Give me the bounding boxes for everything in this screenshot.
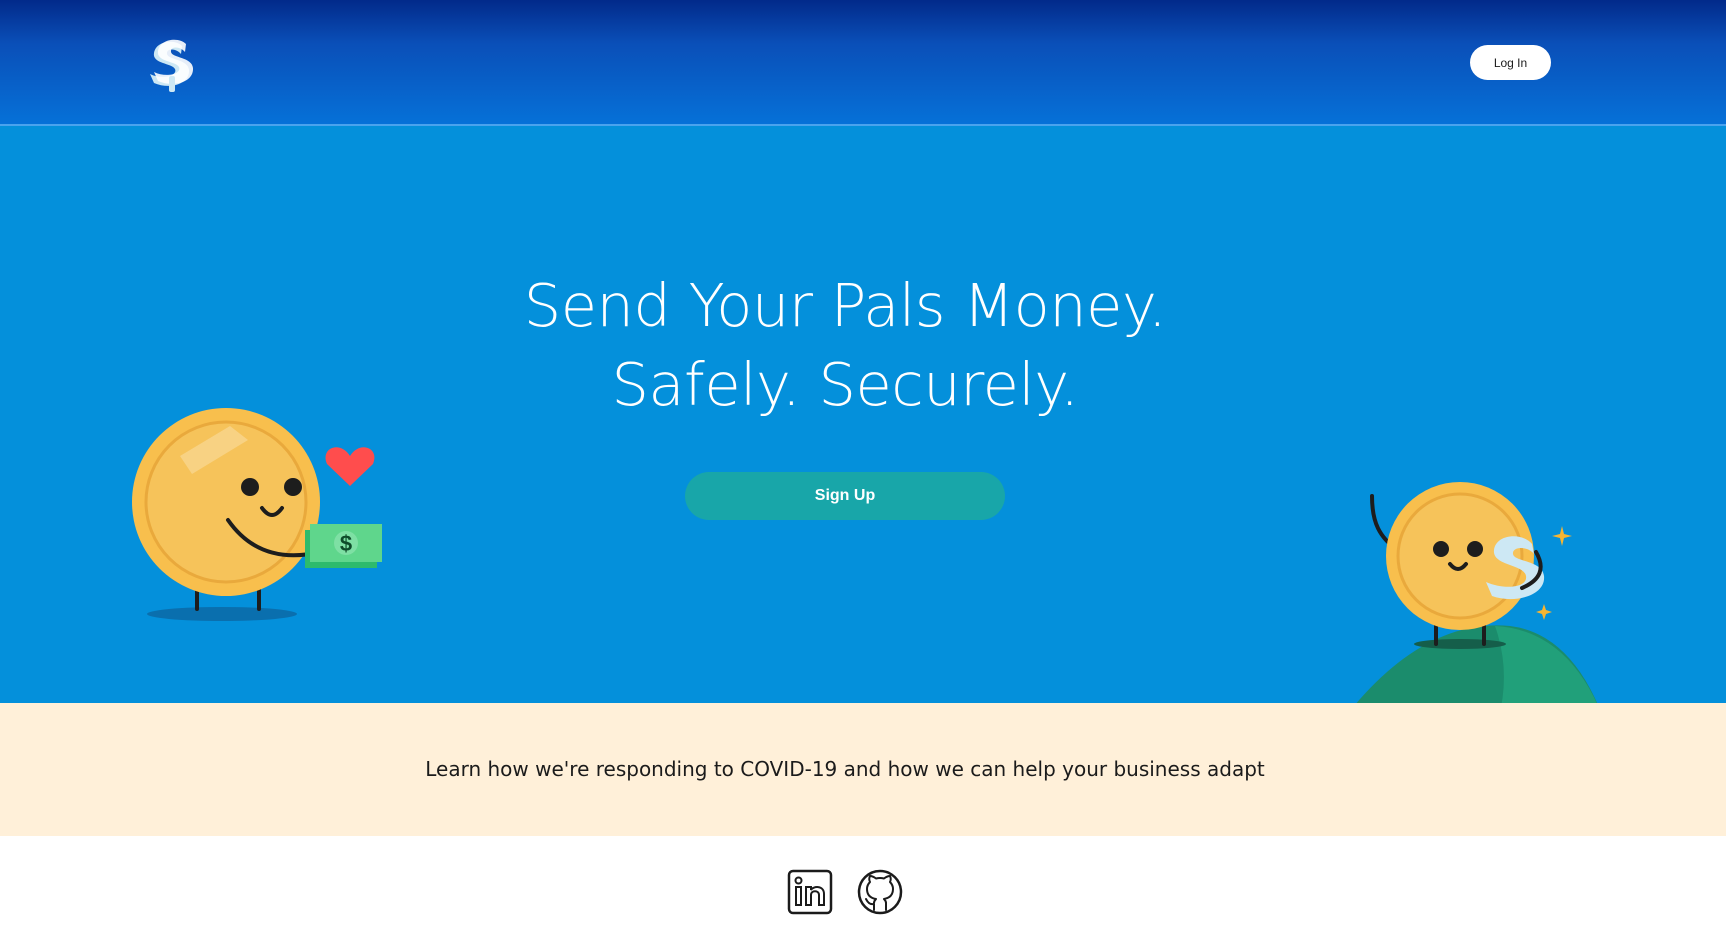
- top-nav: Log In: [0, 0, 1726, 126]
- covid-banner: Learn how we're responding to COVID-19 a…: [0, 703, 1726, 836]
- footer: [0, 836, 1726, 946]
- coin-giving-money-illustration: $: [132, 408, 382, 621]
- dollar-s-logo-icon[interactable]: [142, 36, 200, 94]
- signup-button[interactable]: Sign Up: [685, 472, 1005, 520]
- login-button[interactable]: Log In: [1470, 45, 1551, 80]
- svg-text:$: $: [340, 531, 352, 556]
- covid-banner-link[interactable]: Learn how we're responding to COVID-19 a…: [0, 703, 1690, 836]
- linkedin-icon[interactable]: [786, 868, 834, 916]
- hero-section: Send Your Pals Money. Safely. Securely. …: [0, 126, 1726, 776]
- headline-line-1: Send Your Pals Money.: [523, 271, 1167, 340]
- github-icon[interactable]: [856, 868, 904, 916]
